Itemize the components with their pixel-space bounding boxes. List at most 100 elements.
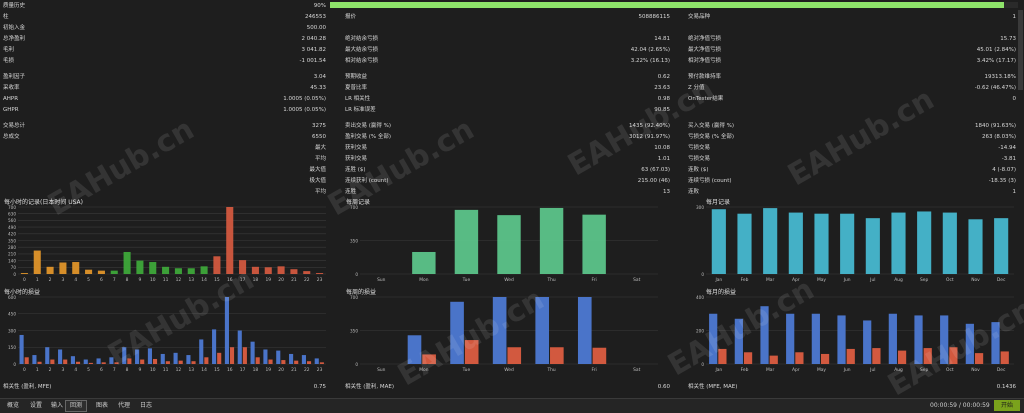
stat-label: 极大值 <box>309 178 326 184</box>
x-tick-label: Feb <box>741 277 749 283</box>
stat-value: 45.01 (2.84%) <box>976 47 1016 53</box>
x-tick-label: Dec <box>997 367 1006 373</box>
stat-label: 报价 <box>345 14 357 20</box>
x-tick-label: 6 <box>100 367 103 373</box>
scrollbar[interactable] <box>1018 10 1023 90</box>
col1-row: 盈利因子 3.04 <box>3 73 326 82</box>
stat-value: 1840 (91.63%) <box>974 123 1016 129</box>
tab-5[interactable]: 代理 <box>114 401 134 411</box>
y-tick-label: 560 <box>8 218 16 223</box>
x-tick-label: 6 <box>100 277 103 283</box>
x-tick-label: 18 <box>253 367 259 373</box>
col2-row: 获利交易 1.01 <box>345 155 670 164</box>
stat-label: 买入交易 (赢得 %) <box>688 123 735 129</box>
bar-profit <box>263 349 268 364</box>
bar-profit <box>237 330 242 364</box>
bar <box>737 213 752 274</box>
col2-row: LR 标准误差 90.85 <box>345 106 670 115</box>
bar-profit <box>709 313 718 364</box>
stat-value: 23.63 <box>654 85 670 91</box>
tab-2[interactable]: 输入 <box>47 401 67 411</box>
bar <box>412 251 436 274</box>
y-tick-label: 450 <box>8 312 16 317</box>
bar-profit <box>863 320 872 364</box>
bar-profit <box>965 323 974 364</box>
bar-loss <box>63 359 68 364</box>
y-tick-label: 490 <box>8 225 16 230</box>
x-tick-label: Sat <box>633 277 640 283</box>
bar-loss <box>255 357 260 364</box>
bar <box>213 256 221 274</box>
stat-label: 夏普比率 <box>345 85 368 91</box>
correlation-value: 0.75 <box>313 384 326 390</box>
col1-row: 最大 <box>3 144 326 153</box>
bar <box>539 207 564 274</box>
stat-label: 最大 <box>314 145 326 151</box>
bar <box>303 271 311 274</box>
stat-label: 总成交 <box>3 134 20 140</box>
x-tick-label: Thu <box>546 367 555 373</box>
x-tick-label: 0 <box>23 367 26 373</box>
bar-profit <box>212 329 217 364</box>
stat-value: 45.33 <box>310 85 326 91</box>
x-tick-label: 7 <box>113 367 116 373</box>
x-tick-label: Fri <box>592 367 597 373</box>
x-tick-label: Jul <box>869 277 875 283</box>
bar <box>865 218 880 274</box>
tab-3[interactable]: 回测 <box>65 400 88 412</box>
bar-loss <box>242 347 247 364</box>
col3-row: 最大净值亏损 45.01 (2.84%) <box>688 46 1016 55</box>
x-tick-label: 4 <box>74 367 77 373</box>
x-tick-label: 16 <box>227 277 233 283</box>
bar-loss <box>127 358 132 364</box>
stat-label: 连续亏损 (count) <box>688 178 732 184</box>
col2-row: 连胜 ($) 63 (67.03) <box>345 166 670 175</box>
col2-row: 获利交易 10.08 <box>345 144 670 153</box>
bar-profit <box>58 349 63 364</box>
col3-row: 亏损交易 -14.94 <box>688 144 1016 153</box>
bar-profit <box>837 315 846 364</box>
x-tick-label: 20 <box>278 277 284 283</box>
stat-value: 14.81 <box>654 36 670 42</box>
y-tick-label: 400 <box>696 295 704 300</box>
correlation-item: 相关性 (盈利, MAE) 0.60 <box>345 383 670 392</box>
tab-1[interactable]: 设置 <box>26 401 46 411</box>
stat-value: -1 001.54 <box>299 58 326 64</box>
bar-profit <box>83 359 88 364</box>
bar-loss <box>820 353 830 364</box>
stat-label: 质量历史 <box>3 3 26 9</box>
col3-row: Z 分值 -0.62 (46.47%) <box>688 84 1016 93</box>
col2-row: LR 相关性 0.98 <box>345 95 670 104</box>
y-tick-label: 280 <box>8 245 16 250</box>
stat-label: 亏损交易 (% 全部) <box>688 134 735 140</box>
y-tick-label: 200 <box>696 328 704 333</box>
chart-title-week-entries: 每周记录 <box>346 199 371 206</box>
start-button[interactable]: 开始 <box>994 400 1020 411</box>
bar-profit <box>276 350 281 364</box>
stat-label: 毛利 <box>3 47 15 53</box>
bar-profit <box>888 313 897 364</box>
bar-profit <box>577 297 592 364</box>
x-tick-label: May <box>817 367 826 373</box>
bar-loss <box>507 347 522 364</box>
bar-loss <box>306 361 312 364</box>
stat-value: 263 (8.03%) <box>981 134 1016 140</box>
bar-profit <box>991 322 1000 364</box>
col1-row: 最大值 <box>3 166 326 175</box>
x-tick-label: Aug <box>894 277 903 283</box>
tab-0[interactable]: 概览 <box>3 401 23 411</box>
stat-label: 平均 <box>314 189 326 195</box>
bar <box>788 212 803 274</box>
correlation-value: 0.60 <box>657 384 670 390</box>
stat-value: 13 <box>663 189 670 195</box>
bar-profit <box>940 315 949 364</box>
x-tick-label: Jun <box>843 367 851 373</box>
tab-6[interactable]: 日志 <box>136 401 156 411</box>
stat-label: 预付款维持率 <box>688 74 722 80</box>
stat-value: 3.22% (16.13) <box>630 58 670 64</box>
stat-value: 0.98 <box>657 96 670 102</box>
x-tick-label: 10 <box>150 367 156 373</box>
bar-loss <box>268 359 273 364</box>
bar-profit <box>811 313 820 364</box>
tab-4[interactable]: 图表 <box>92 401 112 411</box>
